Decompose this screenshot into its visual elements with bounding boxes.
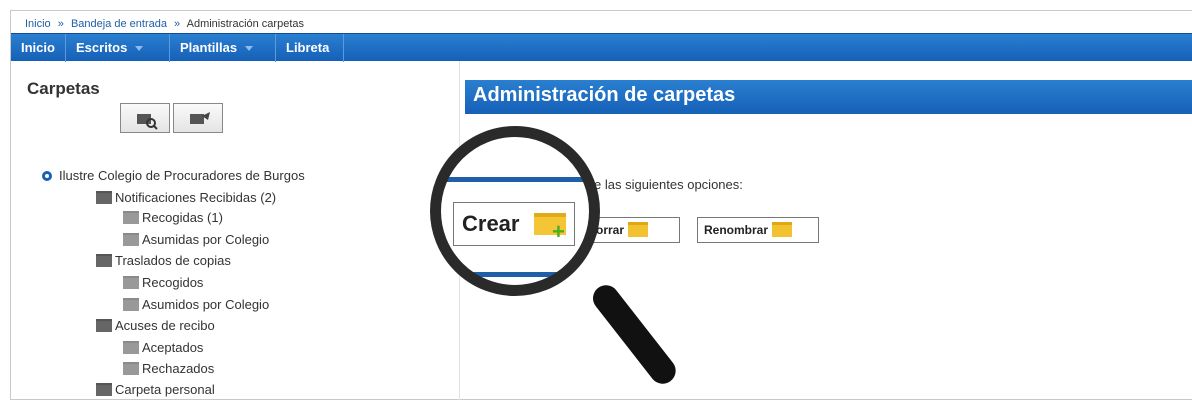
breadcrumb-separator: »	[174, 18, 181, 30]
folder-icon	[96, 319, 112, 332]
menu-libreta-label: Libreta	[286, 40, 330, 55]
folder-icon	[123, 276, 139, 289]
tree-item-label: Acuses de recibo	[115, 318, 215, 333]
folder-icon	[96, 254, 112, 267]
folder-icon	[123, 211, 139, 224]
folder-icon	[123, 233, 139, 246]
tree-item-asumidos[interactable]: Asumidos por Colegio	[123, 296, 269, 314]
tree-item-acuses[interactable]: Acuses de recibo	[96, 317, 215, 335]
tree-item-label: Aceptados	[142, 340, 204, 355]
tree-item-personal[interactable]: Carpeta personal	[96, 381, 215, 399]
tree-item-aceptados[interactable]: Aceptados	[123, 339, 203, 357]
tree-item-recogidos[interactable]: Recogidos	[123, 274, 203, 292]
tree-item-label: Rechazados	[142, 361, 215, 376]
menu-escritos[interactable]: Escritos	[66, 34, 170, 62]
tree-item-label: Notificaciones Recibidas (2)	[115, 190, 277, 205]
folder-icon	[123, 362, 139, 375]
folder-icon	[123, 298, 139, 311]
page-title: Administración de carpetas	[473, 84, 736, 106]
menu-plantillas[interactable]: Plantillas	[170, 34, 276, 62]
tree-item-label: Asumidos por Colegio	[142, 297, 270, 312]
tree-item-label: Asumidas por Colegio	[142, 232, 270, 247]
folder-icon	[123, 341, 139, 354]
folder-arrow-icon	[190, 112, 210, 124]
folders-panel: Carpetas Ilustre Colegio de Procuradores…	[11, 61, 460, 400]
search-folder-icon	[137, 114, 158, 130]
tree-item-asumidas[interactable]: Asumidas por Colegio	[123, 231, 269, 249]
menu-escritos-label: Escritos	[76, 40, 128, 55]
magnifier-overlay: Crear +	[420, 126, 740, 401]
folders-title: Carpetas	[27, 79, 100, 98]
breadcrumb-separator: »	[57, 18, 64, 30]
breadcrumb-inicio[interactable]: Inicio	[25, 18, 51, 30]
tree-item-traslados[interactable]: Traslados de copias	[96, 252, 231, 270]
tree-item-rechazados[interactable]: Rechazados	[123, 360, 214, 378]
magnifier-ring	[430, 126, 600, 296]
tree-item-notificaciones[interactable]: Notificaciones Recibidas (2)	[96, 189, 276, 207]
tree-item-recogidas[interactable]: Recogidas (1)	[123, 209, 223, 227]
breadcrumb: Inicio » Bandeja de entrada » Administra…	[25, 18, 304, 30]
content-header: Administración de carpetas	[465, 80, 1192, 114]
folder-rename-icon	[772, 222, 793, 237]
folder-icon	[96, 191, 112, 204]
search-folder-button[interactable]	[120, 103, 170, 133]
magnifier-handle	[587, 279, 681, 389]
menu-inicio[interactable]: Inicio	[11, 34, 66, 62]
tree-item-label: Recogidos	[142, 275, 204, 290]
close-folder-button[interactable]	[173, 103, 223, 133]
tree-item-label: Recogidas (1)	[142, 210, 223, 225]
folder-icon	[96, 383, 112, 396]
breadcrumb-current: Administración carpetas	[186, 18, 304, 30]
main-menu: Inicio Escritos Plantillas Libreta	[11, 33, 1192, 62]
breadcrumb-bandeja[interactable]: Bandeja de entrada	[71, 18, 167, 30]
expand-icon	[42, 171, 52, 181]
tree-item-label: Carpeta personal	[115, 382, 215, 397]
menu-libreta[interactable]: Libreta	[276, 34, 344, 62]
tree-root-label: Ilustre Colegio de Procuradores de Burgo…	[59, 168, 305, 183]
menu-inicio-label: Inicio	[21, 40, 55, 55]
chevron-down-icon	[135, 46, 144, 52]
tree-item-label: Traslados de copias	[115, 253, 231, 268]
tree-root[interactable]: Ilustre Colegio de Procuradores de Burgo…	[42, 167, 305, 185]
menu-plantillas-label: Plantillas	[180, 40, 238, 55]
chevron-down-icon	[245, 46, 254, 52]
